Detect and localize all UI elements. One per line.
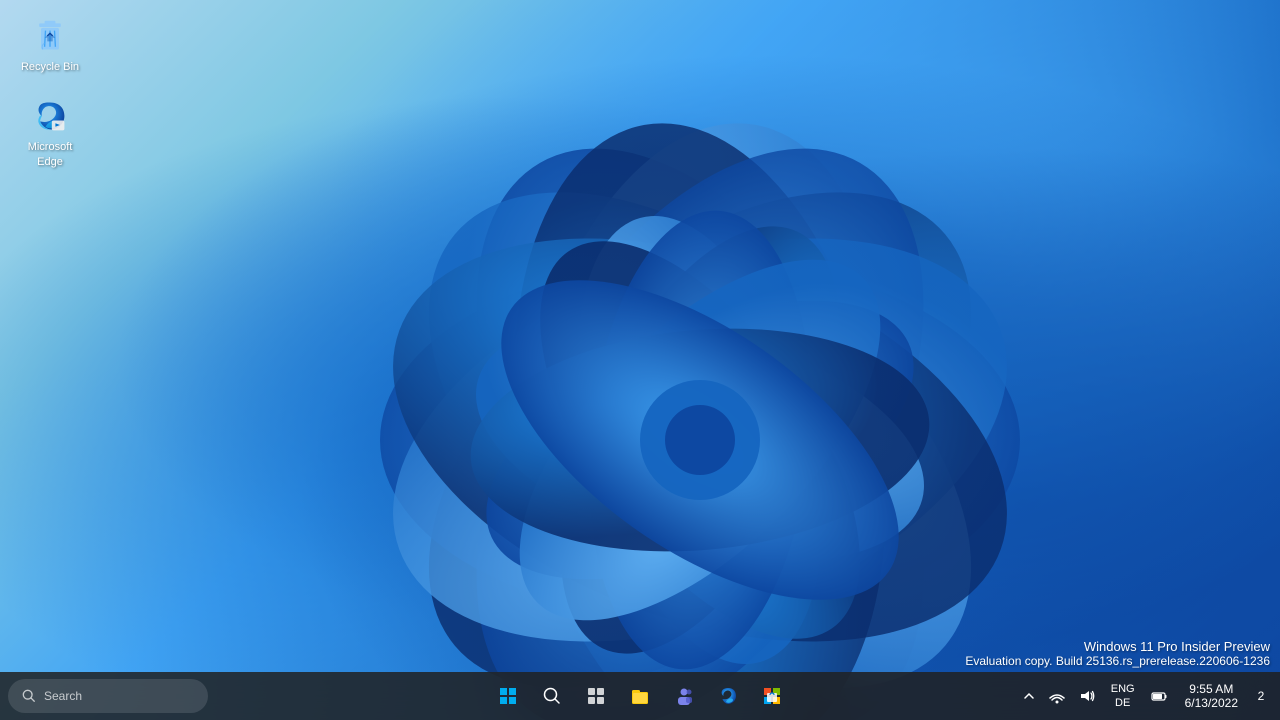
- start-icon: [498, 686, 518, 706]
- clock-time: 9:55 AM: [1189, 682, 1233, 696]
- system-tray: ENG DE 9:55 AM 6/13/2022 2: [1017, 672, 1280, 720]
- task-view-icon: [586, 686, 606, 706]
- edge-image: [30, 96, 70, 136]
- sound-icon: [1079, 688, 1095, 704]
- notification-count: 2: [1258, 689, 1265, 703]
- taskbar: Search: [0, 672, 1280, 720]
- desktop-icons: Recycle Bin: [10, 10, 90, 175]
- edge-label: Microsoft Edge: [16, 140, 84, 169]
- start-button[interactable]: [488, 676, 528, 716]
- language-tray[interactable]: ENG DE: [1103, 680, 1143, 713]
- language-secondary: DE: [1115, 696, 1130, 710]
- microsoft-edge-icon[interactable]: Microsoft Edge: [10, 90, 90, 175]
- edge-taskbar-button[interactable]: [708, 676, 748, 716]
- edge-taskbar-icon: [718, 686, 738, 706]
- wallpaper-flower: [180, 0, 1230, 720]
- wallpaper: [0, 0, 1280, 720]
- recycle-bin-image: [30, 16, 70, 56]
- task-view-button[interactable]: [576, 676, 616, 716]
- teams-icon: [674, 686, 694, 706]
- file-explorer-button[interactable]: [620, 676, 660, 716]
- notification-badge[interactable]: 2: [1250, 676, 1272, 716]
- network-icon: [1049, 688, 1065, 704]
- recycle-bin-icon[interactable]: Recycle Bin: [10, 10, 90, 80]
- network-tray[interactable]: [1043, 684, 1071, 708]
- teams-button[interactable]: [664, 676, 704, 716]
- taskbar-search[interactable]: Search: [8, 679, 208, 713]
- recycle-bin-svg: [32, 18, 68, 54]
- edge-svg: [32, 98, 68, 134]
- clock-date: 6/13/2022: [1185, 696, 1238, 710]
- chevron-up-icon: [1023, 690, 1035, 702]
- store-icon: [762, 686, 782, 706]
- file-explorer-icon: [630, 686, 650, 706]
- watermark-line1: Windows 11 Pro Insider Preview: [965, 639, 1270, 654]
- tray-chevron[interactable]: [1017, 686, 1041, 706]
- battery-tray[interactable]: [1145, 684, 1173, 708]
- battery-icon: [1151, 688, 1167, 704]
- desktop: Recycle Bin: [0, 0, 1280, 720]
- recycle-bin-label: Recycle Bin: [21, 60, 79, 74]
- taskbar-search-button[interactable]: [532, 676, 572, 716]
- clock-tray[interactable]: 9:55 AM 6/13/2022: [1175, 680, 1248, 712]
- store-button[interactable]: [752, 676, 792, 716]
- taskbar-center: [488, 676, 792, 716]
- taskbar-search-icon: [542, 686, 562, 706]
- search-label: Search: [44, 689, 82, 703]
- watermark: Windows 11 Pro Insider Preview Evaluatio…: [965, 639, 1270, 668]
- watermark-line2: Evaluation copy. Build 25136.rs_prerelea…: [965, 654, 1270, 668]
- search-icon: [22, 689, 36, 703]
- sound-tray[interactable]: [1073, 684, 1101, 708]
- language-primary: ENG: [1111, 682, 1135, 696]
